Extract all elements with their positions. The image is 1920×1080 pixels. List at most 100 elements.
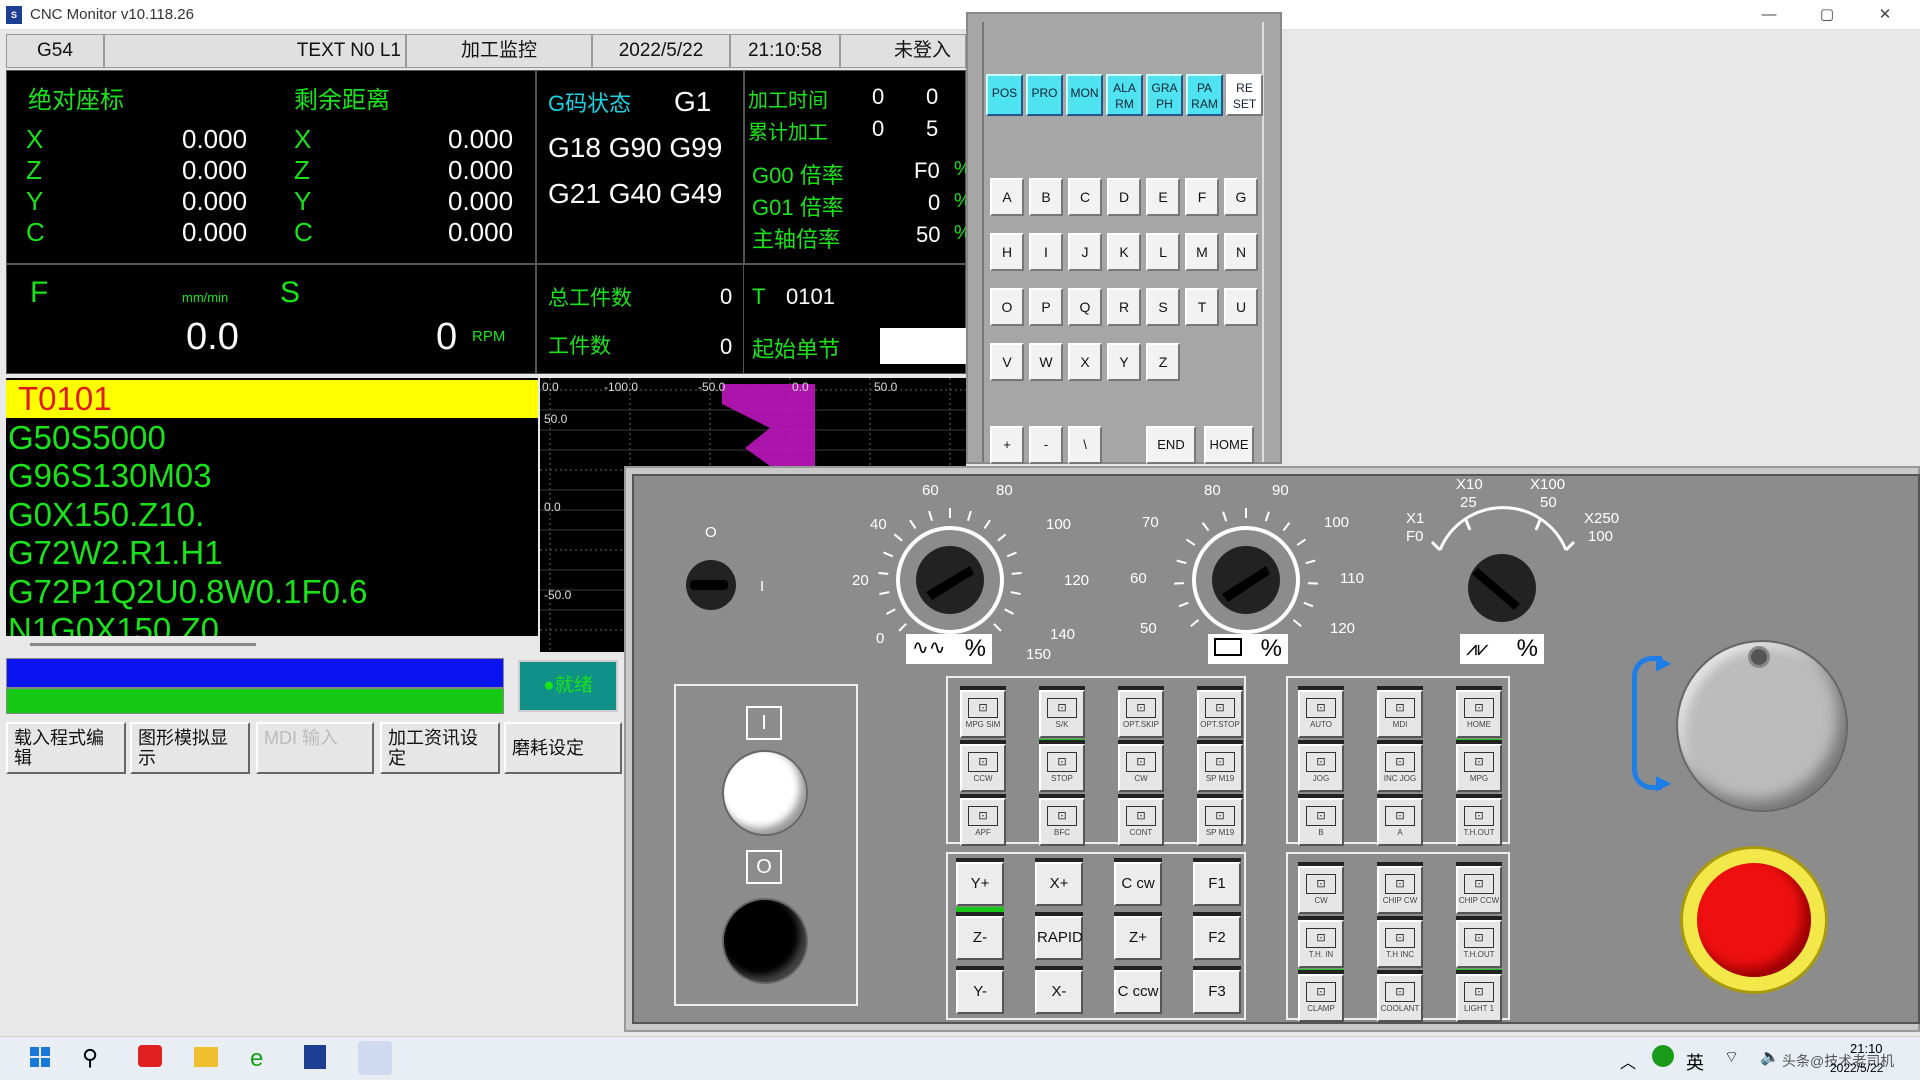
program-line[interactable]: G72W2.R1.H1 [8,534,223,572]
inc-jog-button[interactable]: ⊡ INC JOG [1377,740,1423,792]
key-m[interactable]: M [1185,233,1219,271]
cont-button[interactable]: ⊡ CONT [1118,794,1164,846]
key-w[interactable]: W [1029,343,1063,381]
chip-cw-button[interactable]: ⊡ CHIP CW [1377,862,1423,914]
program-line[interactable]: N1G0X150.Z0. [8,611,228,636]
program-line[interactable]: G50S5000 [8,419,166,457]
emergency-stop-button[interactable] [1697,863,1811,977]
jog-y-minus-button[interactable]: Y- [956,966,1004,1014]
clamp-button[interactable]: ⊡ CLAMP [1298,970,1344,1022]
cnc-app-icon[interactable] [304,1045,326,1069]
key-f[interactable]: F [1185,178,1219,216]
key-v[interactable]: V [990,343,1024,381]
key-e[interactable]: E [1146,178,1180,216]
t-h-out-button[interactable]: ⊡ T.H.OUT [1456,794,1502,846]
t-h-in-button[interactable]: ⊡ T.H. IN [1298,916,1344,974]
start-icon[interactable] [28,1045,56,1073]
func-key-reset[interactable]: RE SET [1226,74,1263,116]
key-a[interactable]: A [990,178,1024,216]
jog-c-cw-button[interactable]: C cw [1114,858,1162,906]
t-h-inc-button[interactable]: ⊡ T.H INC [1377,916,1423,968]
func-key-graph[interactable]: GRA PH [1146,74,1183,116]
key-d[interactable]: D [1107,178,1141,216]
jog-y-plus-button[interactable]: Y+ [956,858,1004,912]
power-off-button[interactable] [722,898,808,984]
stop-button[interactable]: ⊡ STOP [1039,740,1085,792]
power-on-button[interactable] [722,750,808,836]
key-p[interactable]: P [1029,288,1063,326]
func-key-alarm[interactable]: ALA RM [1106,74,1143,116]
s-k-button[interactable]: ⊡ S/K [1039,686,1085,744]
key-y[interactable]: Y [1107,343,1141,381]
jog-z-minus-button[interactable]: Z- [956,912,1004,960]
jog-x-minus-button[interactable]: X- [1035,966,1083,1014]
func-key-pos[interactable]: POS [986,74,1023,116]
folder-icon[interactable] [194,1047,218,1067]
key-home[interactable]: HOME [1204,426,1254,464]
key-r[interactable]: R [1107,288,1141,326]
jog-f3-button[interactable]: F3 [1193,966,1241,1014]
key-backslash[interactable]: \ [1068,426,1102,464]
jog-f2-button[interactable]: F2 [1193,912,1241,960]
mpg-button[interactable]: ⊡ MPG [1456,740,1502,792]
key-o[interactable]: O [990,288,1024,326]
func-key-param[interactable]: PA RAM [1186,74,1223,116]
program-line[interactable]: G72P1Q2U0.8W0.1F0.6 [8,573,368,611]
step-dial[interactable] [1420,500,1590,640]
key-x[interactable]: X [1068,343,1102,381]
key-l[interactable]: L [1146,233,1180,271]
apf-button[interactable]: ⊡ APF [960,794,1006,846]
tray-up-icon[interactable]: ︿ [1620,1049,1636,1073]
key-g[interactable]: G [1224,178,1258,216]
cw-button[interactable]: ⊡ CW [1298,862,1344,914]
jog-x-plus-button[interactable]: X+ [1035,858,1083,906]
coolant-button[interactable]: ⊡ COOLANT [1377,970,1423,1022]
cw-button[interactable]: ⊡ CW [1118,740,1164,792]
main-switch-knob[interactable] [686,560,736,610]
browser-icon[interactable]: e [250,1045,278,1073]
app-red-icon[interactable] [138,1045,162,1067]
chip-ccw-button[interactable]: ⊡ CHIP CCW [1456,862,1502,914]
mpg-sim-button[interactable]: ⊡ MPG SIM [960,686,1006,738]
program-line[interactable]: G96S130M03 [8,457,212,495]
load-program-edit-button[interactable]: 载入程式编辑 [6,722,126,774]
program-line[interactable]: T0101 [18,380,112,418]
key-b[interactable]: B [1029,178,1063,216]
maximize-button[interactable]: ▢ [1798,0,1856,30]
key-plus[interactable]: + [990,426,1024,464]
func-key-mon[interactable]: MON [1066,74,1103,116]
process-info-button[interactable]: 加工资讯设定 [380,722,500,774]
jog-button[interactable]: ⊡ JOG [1298,740,1344,792]
close-button[interactable]: ✕ [1856,0,1914,30]
auto-button[interactable]: ⊡ AUTO [1298,686,1344,738]
key-s[interactable]: S [1146,288,1180,326]
key-u[interactable]: U [1224,288,1258,326]
search-icon[interactable]: ⚲ [82,1045,110,1073]
key-h[interactable]: H [990,233,1024,271]
t-h-out-button[interactable]: ⊡ T.H.OUT [1456,916,1502,974]
home-button[interactable]: ⊡ HOME [1456,686,1502,744]
jog-rapid-button[interactable]: RAPID [1035,912,1083,960]
key-n[interactable]: N [1224,233,1258,271]
key-k[interactable]: K [1107,233,1141,271]
volume-icon[interactable]: 🔈 [1760,1047,1780,1067]
key-z[interactable]: Z [1146,343,1180,381]
light-1-button[interactable]: ⊡ LIGHT 1 [1456,970,1502,1022]
jog-f1-button[interactable]: F1 [1193,858,1241,906]
ccw-button[interactable]: ⊡ CCW [960,740,1006,792]
sp-m19-button[interactable]: ⊡ SP M19 [1197,794,1243,846]
minimize-button[interactable]: — [1740,0,1798,30]
jog-c-ccw-button[interactable]: C ccw [1114,966,1162,1014]
program-listing[interactable]: T0101 G50S5000 G96S130M03 G0X150.Z10. G72W2.… [6,378,538,636]
ime-lang[interactable]: 英 [1686,1049,1704,1075]
wear-setting-button[interactable]: 磨耗设定 [504,722,622,774]
a-button[interactable]: ⊡ A [1377,794,1423,846]
tray-date[interactable]: 2022/5/22 [1830,1061,1883,1075]
tray-clock[interactable]: 21:10 [1850,1041,1883,1056]
program-line[interactable]: G0X150.Z10. [8,496,204,534]
start-block-input[interactable] [880,328,966,364]
opt-skip-button[interactable]: ⊡ OPT.SKIP [1118,686,1164,738]
opt-stop-button[interactable]: ⊡ OPT.STOP [1197,686,1243,738]
b-button[interactable]: ⊡ B [1298,794,1344,846]
handwheel-handle[interactable] [1748,646,1770,668]
